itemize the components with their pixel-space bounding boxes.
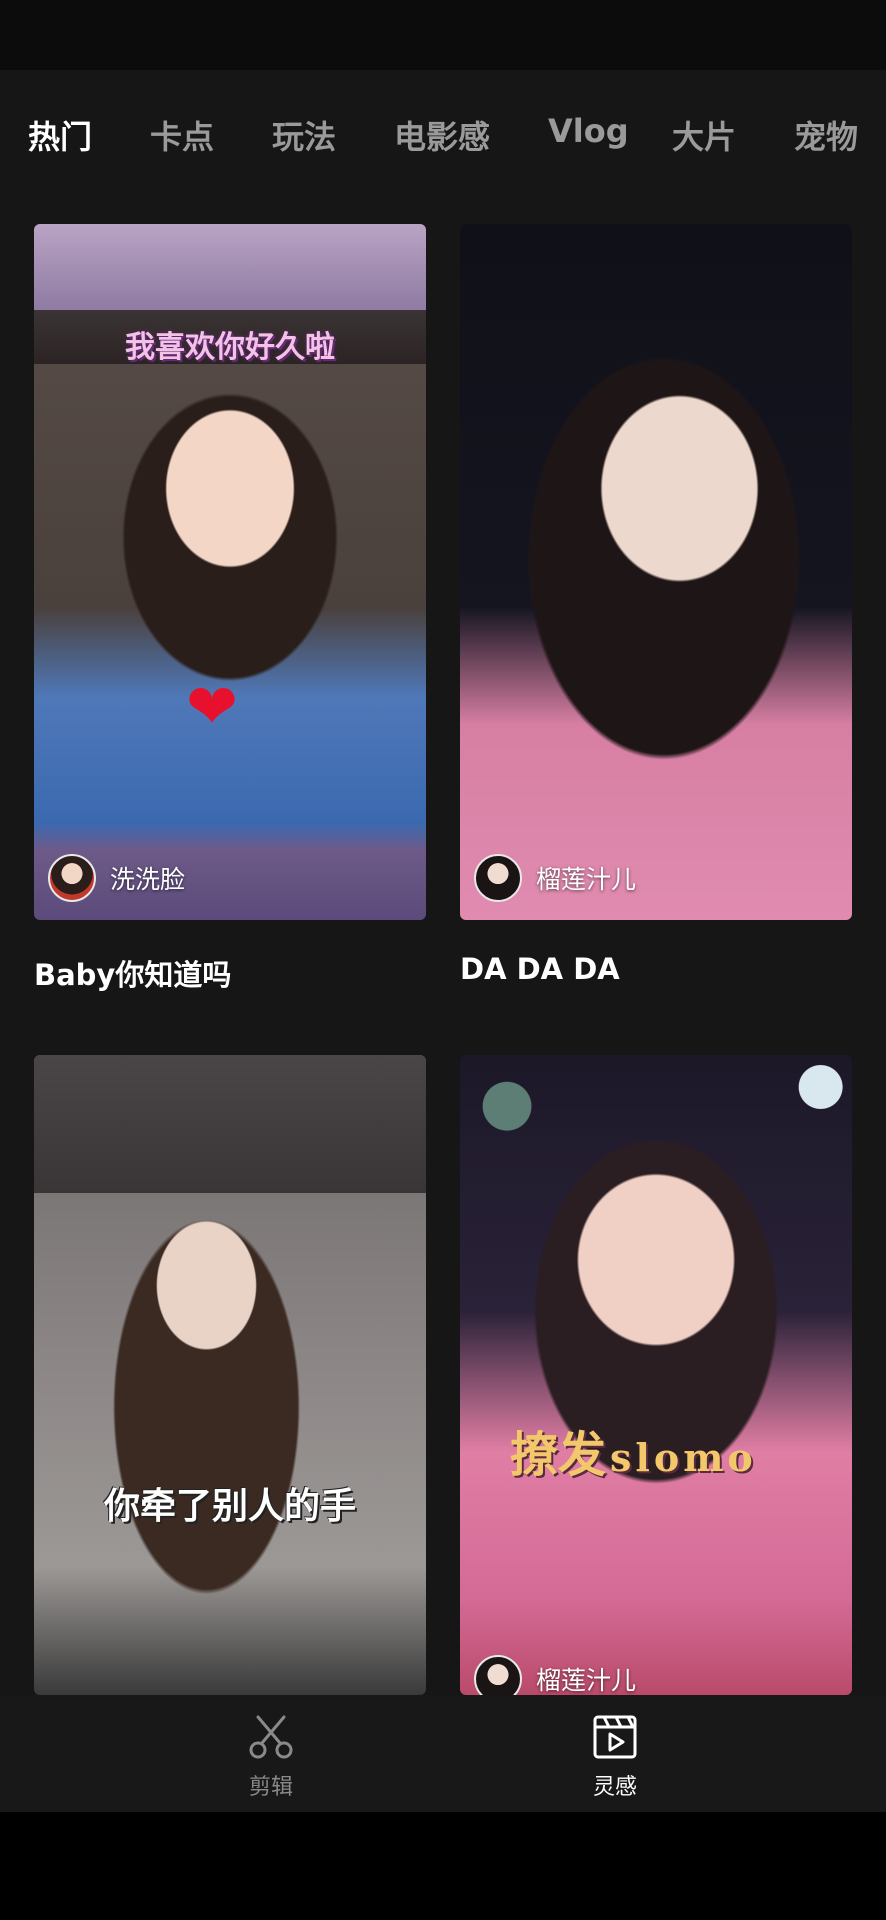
- tab-blockbuster[interactable]: 大片: [672, 112, 736, 158]
- card-title[interactable]: Baby你知道吗: [34, 952, 231, 994]
- tab-gameplay[interactable]: 玩法: [272, 112, 336, 158]
- avatar: [48, 854, 96, 902]
- template-thumbnail: [460, 224, 852, 920]
- caption-sub: slomo: [610, 1435, 757, 1480]
- tab-pets[interactable]: 宠物: [794, 112, 858, 158]
- template-card[interactable]: 我喜欢你好久啦 ❤ 洗洗脸: [34, 224, 426, 920]
- nav-label: 灵感: [592, 1775, 637, 1800]
- tab-cinematic[interactable]: 电影感: [394, 112, 490, 158]
- heart-icon: ❤: [186, 670, 238, 743]
- author-name: 榴莲汁儿: [536, 865, 637, 894]
- tab-hot[interactable]: 热门: [28, 112, 92, 158]
- status-bar-area: [0, 0, 886, 70]
- video-caption: 撩发 slomo: [510, 1415, 757, 1485]
- caption-main: 撩发: [510, 1427, 607, 1483]
- video-caption: 你牵了别人的手: [103, 1486, 356, 1527]
- author-name: 洗洗脸: [110, 865, 186, 894]
- author[interactable]: 榴莲汁儿: [474, 852, 636, 904]
- template-card[interactable]: 榴莲汁儿: [460, 224, 852, 920]
- author[interactable]: 洗洗脸: [48, 852, 185, 904]
- clapperboard-icon: [593, 1715, 637, 1759]
- template-card[interactable]: 撩发 slomo 榴莲汁儿: [460, 1055, 852, 1695]
- tab-beat[interactable]: 卡点: [150, 112, 214, 158]
- card-title[interactable]: DA DA DA: [460, 952, 620, 986]
- template-thumbnail: [460, 1055, 852, 1695]
- author[interactable]: 榴莲汁儿: [474, 1653, 636, 1695]
- scissors-icon: [249, 1715, 293, 1759]
- author-name: 榴莲汁儿: [536, 1666, 637, 1695]
- nav-edit[interactable]: 剪辑: [211, 1713, 331, 1801]
- nav-inspiration[interactable]: 灵感: [555, 1713, 675, 1801]
- category-tabs: 热门 卡点 玩法 电影感 Vlog 大片 宠物: [0, 100, 886, 170]
- template-thumbnail: [34, 1055, 426, 1695]
- template-card[interactable]: 你牵了别人的手: [34, 1055, 426, 1695]
- avatar: [474, 854, 522, 902]
- video-caption: 我喜欢你好久啦: [125, 330, 335, 365]
- avatar: [474, 1655, 522, 1695]
- nav-label: 剪辑: [248, 1775, 293, 1800]
- bottom-navigation: 剪辑 灵感: [0, 1695, 886, 1812]
- system-area: [0, 1812, 886, 1920]
- tab-vlog[interactable]: Vlog: [548, 112, 629, 150]
